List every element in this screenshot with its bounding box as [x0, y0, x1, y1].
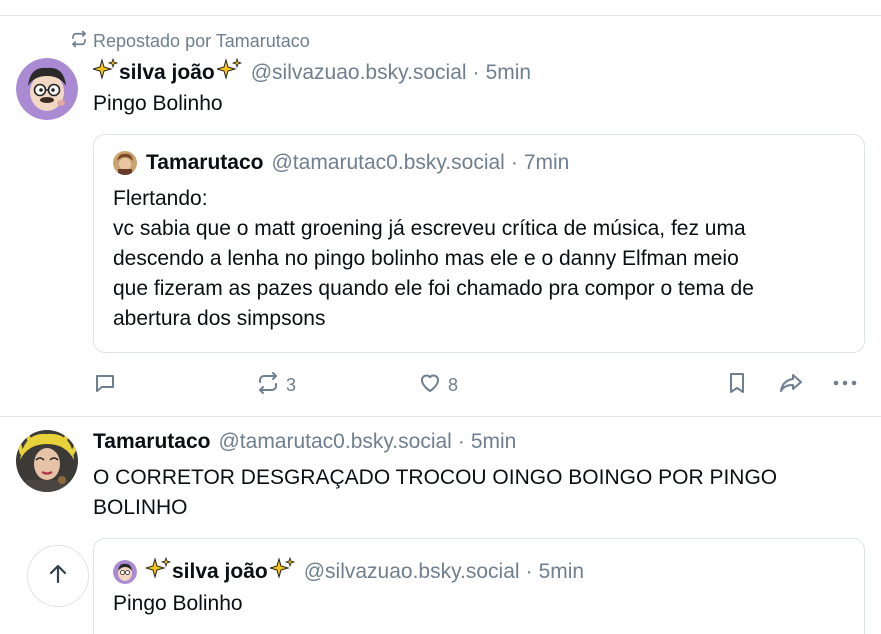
quote-time: 5min: [538, 560, 585, 583]
time-separator: ·: [457, 430, 465, 453]
quote-text-line: Flertando:: [113, 187, 208, 210]
author-handle[interactable]: @silvazuao.bsky.social: [251, 61, 467, 85]
quote-time-separator: ·: [510, 151, 518, 174]
scroll-to-top-button[interactable]: [27, 545, 89, 607]
post1-header: silva joão @silvazuao.bsky.social · 5min: [91, 57, 532, 88]
quote-text-line: descendo a lenha no pingo bolinho mas el…: [113, 247, 739, 270]
sparkle-icon: [144, 556, 172, 587]
repost-button[interactable]: 3: [256, 371, 296, 400]
post-divider: [0, 416, 881, 417]
more-dots-icon: [832, 371, 858, 400]
share-arrow-icon: [778, 371, 804, 400]
post1-text: Pingo Bolinho: [93, 92, 223, 115]
bookmark-button[interactable]: [725, 371, 749, 400]
quote-text-line: que fizeram as pazes quando ele foi cham…: [113, 277, 754, 300]
author-name[interactable]: silva joão: [119, 61, 215, 85]
repost-count: 3: [286, 375, 297, 395]
quote-header: Tamarutaco @tamarutac0.bsky.social · 7mi…: [113, 151, 569, 175]
like-button[interactable]: 8: [418, 371, 458, 400]
top-divider: [0, 15, 881, 16]
quote-text-line: vc sabia que o matt groening já escreveu…: [113, 217, 746, 240]
quote-author-handle[interactable]: @tamarutac0.bsky.social: [271, 151, 504, 175]
quote-time-separator: ·: [525, 560, 533, 583]
post-text-line: BOLINHO: [93, 496, 188, 519]
repost-label: Repostado por Tamarutaco: [93, 31, 310, 51]
avatar-tamarutaco-small: [113, 151, 137, 175]
share-button[interactable]: [778, 371, 804, 400]
post2-text: O CORRETOR DESGRAÇADO TROCOU OINGO BOING…: [93, 463, 853, 523]
like-count: 8: [448, 375, 459, 395]
quote-author-handle[interactable]: @silvazuao.bsky.social: [304, 560, 520, 584]
quote-text: Pingo Bolinho: [113, 592, 243, 615]
quote-author-name[interactable]: silva joão: [172, 560, 268, 584]
sparkle-icon: [267, 556, 296, 587]
avatar-silva-joao-small: [113, 560, 137, 584]
post-time[interactable]: 5min: [486, 61, 532, 85]
post2-header: Tamarutaco @tamarutac0.bsky.social · 5mi…: [93, 430, 516, 454]
more-options-button[interactable]: [832, 371, 858, 400]
author-name[interactable]: Tamarutaco: [93, 430, 210, 454]
quote-author-name[interactable]: Tamarutaco: [146, 151, 263, 175]
sparkle-icon: [214, 57, 243, 88]
reply-button[interactable]: [93, 371, 117, 400]
post-time[interactable]: 5min: [471, 430, 517, 454]
avatar-tamarutaco[interactable]: [16, 430, 78, 492]
repost-indicator[interactable]: Repostado por Tamarutaco: [70, 30, 310, 53]
post-text-line: O CORRETOR DESGRAÇADO TROCOU OINGO BOING…: [93, 466, 778, 489]
sparkle-icon: [91, 57, 119, 88]
quoted-post-card[interactable]: Tamarutaco @tamarutac0.bsky.social · 7mi…: [93, 134, 865, 353]
author-handle[interactable]: @tamarutac0.bsky.social: [218, 430, 451, 454]
quote-text-line: abertura dos simpsons: [113, 307, 326, 330]
avatar-silva-joao[interactable]: [16, 58, 78, 120]
quote-text: Flertando: vc sabia que o matt groening …: [113, 184, 853, 334]
quoted-post-card[interactable]: silva joão @silvazuao.bsky.social · 5min…: [93, 538, 865, 634]
reply-bubble-icon: [93, 371, 117, 400]
arrow-up-icon: [46, 562, 70, 591]
repost-icon: [256, 371, 280, 400]
repost-small-icon: [70, 30, 88, 53]
quote-time: 7min: [523, 151, 570, 174]
bookmark-icon: [725, 371, 749, 400]
quote-header: silva joão @silvazuao.bsky.social · 5min: [113, 556, 585, 587]
heart-icon: [418, 371, 442, 400]
time-separator: ·: [472, 61, 480, 84]
